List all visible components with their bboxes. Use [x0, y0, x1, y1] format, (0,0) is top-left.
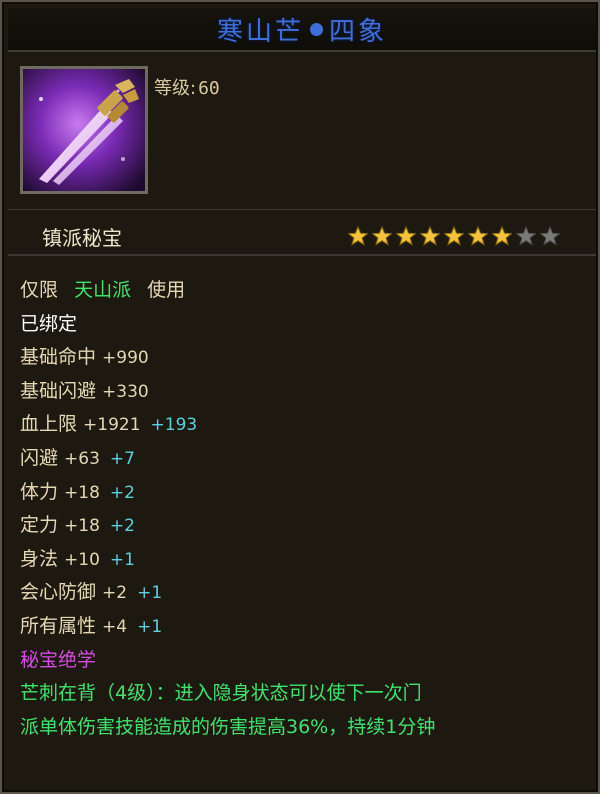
- stat-name: 血上限: [20, 413, 78, 436]
- item-header: 等级: 60: [8, 58, 596, 210]
- restriction-sect: 天山派: [74, 279, 132, 301]
- stat-bonus: +1: [137, 616, 163, 637]
- level-value: 60: [198, 78, 220, 99]
- item-icon: [20, 66, 148, 194]
- stat-value: +990: [102, 348, 149, 369]
- item-name: 寒山芒: [216, 16, 304, 47]
- restriction-suffix: 使用: [147, 279, 186, 301]
- sect-restriction: 仅限 天山派 使用: [20, 274, 590, 308]
- stat-value: +4: [102, 616, 128, 637]
- stat-row: 基础命中 +990: [20, 341, 590, 375]
- skill-description-line1: 芒刺在背（4级）：进入隐身状态可以使下一次门: [20, 682, 422, 705]
- stat-name: 身法: [20, 547, 59, 570]
- stat-row: 身法 +10 +1: [20, 543, 590, 577]
- skill-description-line2: 派单体伤害技能造成的伤害提高36%，持续1分钟: [20, 715, 436, 738]
- stat-name: 会心防御: [20, 581, 97, 604]
- star-filled-icon: [372, 226, 392, 246]
- restriction-prefix: 仅限: [20, 279, 59, 301]
- stat-row: 基础闪避 +330: [20, 375, 590, 409]
- item-attributes: 仅限 天山派 使用 已绑定 基础命中 +990 基础闪避 +330 血上限 +1921…: [20, 274, 590, 744]
- stat-name: 体力: [20, 480, 59, 503]
- stat-row: 闪避 +63 +7: [20, 442, 590, 476]
- stat-row: 会心防御 +2 +1: [20, 576, 590, 610]
- stat-value: +2: [102, 583, 128, 604]
- star-rating: [348, 226, 560, 246]
- item-level: 等级: 60: [154, 74, 220, 100]
- star-filled-icon: [396, 226, 416, 246]
- stat-value: +18: [64, 516, 100, 537]
- stat-bonus: +2: [109, 482, 135, 503]
- item-category: 四象: [329, 16, 388, 47]
- star-filled-icon: [492, 226, 512, 246]
- item-type: 镇派秘宝: [42, 226, 122, 250]
- stat-bonus: +7: [109, 448, 135, 469]
- stat-bonus: +2: [109, 516, 135, 537]
- star-filled-icon: [468, 226, 488, 246]
- stat-value: +63: [64, 448, 100, 469]
- star-empty-icon: [516, 226, 536, 246]
- item-type-row: 镇派秘宝: [8, 212, 596, 256]
- title-separator-dot: [310, 22, 323, 36]
- stat-value: +1921: [83, 415, 141, 436]
- star-empty-icon: [540, 226, 560, 246]
- star-filled-icon: [444, 226, 464, 246]
- stat-bonus: +1: [109, 549, 135, 570]
- item-tooltip-panel: 寒山芒 四象 等级: 60 镇派秘宝 仅限 天山派 使用 已绑定 基础命中 +9…: [0, 0, 600, 794]
- stat-row: 血上限 +1921 +193: [20, 408, 590, 442]
- stat-bonus: +1: [137, 583, 163, 604]
- bound-status: 已绑定: [20, 312, 78, 335]
- stat-name: 基础闪避: [20, 379, 97, 402]
- level-label: 等级:: [154, 78, 197, 99]
- star-filled-icon: [420, 226, 440, 246]
- stat-name: 所有属性: [20, 614, 97, 637]
- stat-name: 定力: [20, 514, 59, 537]
- weapon-icon: [23, 69, 145, 191]
- title-bar: 寒山芒 四象: [8, 8, 596, 52]
- stat-bonus: +193: [150, 415, 198, 436]
- stat-name: 闪避: [20, 446, 59, 469]
- star-filled-icon: [348, 226, 368, 246]
- stat-name: 基础命中: [20, 346, 97, 369]
- stat-row: 定力 +18 +2: [20, 509, 590, 543]
- skill-heading: 秘宝绝学: [20, 648, 97, 671]
- stat-row: 体力 +18 +2: [20, 476, 590, 510]
- stat-row: 所有属性 +4 +1: [20, 610, 590, 644]
- stat-value: +330: [102, 381, 149, 402]
- stat-value: +10: [64, 549, 100, 570]
- stat-value: +18: [64, 482, 100, 503]
